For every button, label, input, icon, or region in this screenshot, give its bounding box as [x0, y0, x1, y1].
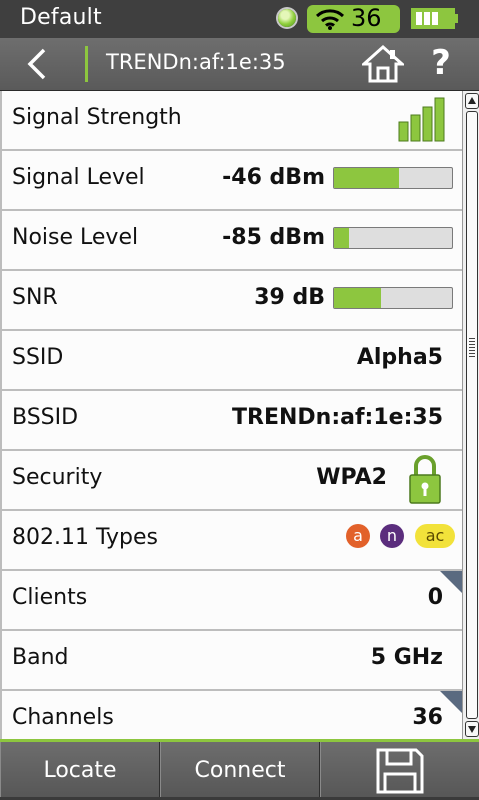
noise-level-label: Noise Level [12, 225, 139, 250]
ssid-label: SSID [12, 345, 64, 370]
row-security[interactable]: Security WPA2 [0, 451, 462, 511]
wifi-count: 36 [351, 4, 382, 32]
band-value: 5 GHz [370, 645, 443, 670]
snr-bar [333, 287, 453, 309]
back-button[interactable] [22, 47, 54, 81]
bssid-value: TRENDn:af:1e:35 [232, 405, 443, 430]
clients-label: Clients [12, 585, 88, 610]
noise-level-fill [334, 228, 350, 248]
signal-strength-label: Signal Strength [12, 105, 182, 130]
phy-badge-ac: ac [415, 524, 455, 548]
battery-icon [411, 8, 458, 29]
drilldown-corner-icon [440, 691, 462, 713]
signal-level-bar [333, 167, 453, 189]
types-label: 802.11 Types [12, 525, 158, 550]
phy-badge-n: n [380, 524, 404, 548]
row-snr[interactable]: SNR 39 dB [0, 271, 462, 331]
row-80211-types[interactable]: 802.11 Types a n ac [0, 511, 462, 571]
row-signal-level[interactable]: Signal Level -46 dBm [0, 151, 462, 211]
save-icon [376, 748, 424, 794]
noise-level-value: -85 dBm [222, 225, 325, 250]
signal-bars-icon [398, 97, 445, 142]
scrollbar[interactable] [462, 91, 479, 739]
noise-level-bar [333, 227, 453, 249]
security-label: Security [12, 465, 103, 490]
snr-label: SNR [12, 285, 58, 310]
title-separator [85, 46, 88, 82]
app-window: Default 36 TRENDn:af:1e:35 ? Signal Stre… [0, 0, 479, 797]
row-noise-level[interactable]: Noise Level -85 dBm [0, 211, 462, 271]
status-led-icon [278, 9, 296, 27]
scroll-track[interactable] [466, 111, 478, 719]
phy-badge-a: a [346, 524, 370, 548]
signal-level-value: -46 dBm [222, 165, 325, 190]
row-clients[interactable]: Clients 0 [0, 571, 462, 631]
detail-list: Signal Strength Signal Level -46 dBm Noi… [0, 91, 462, 739]
profile-name[interactable]: Default [20, 5, 102, 30]
signal-level-fill [334, 168, 399, 188]
channels-value: 36 [412, 705, 443, 730]
row-signal-strength[interactable]: Signal Strength [0, 91, 462, 151]
wifi-status-badge[interactable]: 36 [307, 4, 400, 33]
drilldown-corner-icon [440, 571, 462, 593]
locate-button[interactable]: Locate [0, 742, 160, 797]
page-title: TRENDn:af:1e:35 [106, 50, 286, 74]
row-band[interactable]: Band 5 GHz [0, 631, 462, 691]
wifi-icon [315, 9, 345, 30]
scroll-thumb[interactable] [469, 338, 475, 358]
snr-value: 39 dB [254, 285, 325, 310]
signal-level-label: Signal Level [12, 165, 145, 190]
scroll-up-icon[interactable] [465, 93, 479, 109]
row-ssid[interactable]: SSID Alpha5 [0, 331, 462, 391]
status-bar: Default 36 [0, 0, 479, 38]
row-channels[interactable]: Channels 36 [0, 691, 462, 739]
save-button[interactable] [320, 742, 479, 797]
nav-bar: TRENDn:af:1e:35 ? [0, 38, 479, 91]
scroll-down-icon[interactable] [465, 721, 479, 737]
security-value: WPA2 [316, 465, 387, 490]
bottom-toolbar: Locate Connect [0, 742, 479, 797]
snr-fill [334, 288, 382, 308]
band-label: Band [12, 645, 69, 670]
ssid-value: Alpha5 [356, 345, 443, 370]
lock-icon [409, 455, 441, 504]
channels-label: Channels [12, 705, 114, 730]
help-button[interactable]: ? [426, 42, 456, 84]
connect-button[interactable]: Connect [160, 742, 320, 797]
bssid-label: BSSID [12, 405, 79, 430]
row-bssid[interactable]: BSSID TRENDn:af:1e:35 [0, 391, 462, 451]
home-button[interactable] [362, 44, 404, 84]
